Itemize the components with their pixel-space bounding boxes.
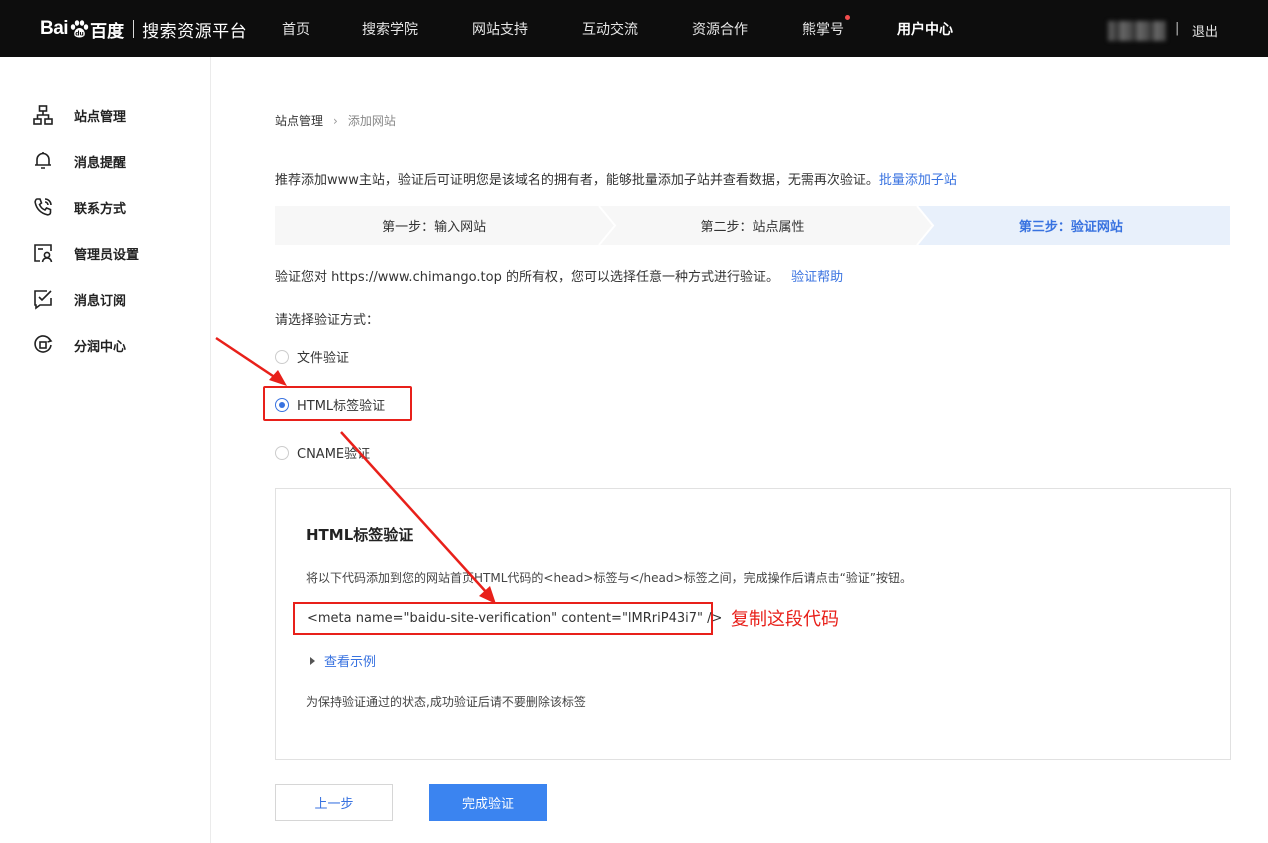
step-divider-chevron: [593, 206, 617, 245]
nav-resources[interactable]: 资源合作: [692, 19, 748, 39]
nav-user-center[interactable]: 用户中心: [897, 19, 953, 39]
step-progress: 第一步：输入网站 第二步：站点属性 第三步：验证网站: [275, 206, 1230, 245]
sidebar-item-admin-settings[interactable]: 管理员设置: [32, 241, 139, 265]
revenue-coin-icon: [34, 335, 53, 353]
verify-ownership-text: 验证您对 https://www.chimango.top 的所有权，您可以选择…: [275, 266, 843, 285]
radio-button[interactable]: [275, 349, 289, 364]
step-3-active: 第三步：验证网站: [911, 206, 1230, 245]
baidu-logo[interactable]: Bai du 百度 搜索资源平台: [40, 13, 247, 45]
sidebar-label: 管理员设置: [74, 247, 140, 263]
admin-card-icon: [34, 244, 53, 263]
html-tag-panel: HTML标签验证 将以下代码添加到您的网站首页HTML代码的<head>标签与<…: [275, 488, 1231, 760]
sidebar-item-site-management[interactable]: 站点管理: [32, 103, 126, 127]
radio-cname-verification[interactable]: CNAME验证: [275, 443, 370, 462]
nav-xiongzhang-label: 熊掌号: [802, 22, 844, 38]
sidebar-label: 联系方式: [74, 201, 127, 217]
breadcrumb-current: 添加网站: [347, 114, 396, 128]
platform-name: 搜索资源平台: [142, 21, 248, 42]
logo-divider: [133, 20, 135, 38]
user-avatar-blurred[interactable]: [1108, 21, 1166, 41]
sidebar-item-subscriptions[interactable]: 消息订阅: [32, 287, 126, 311]
view-example-toggle[interactable]: 查看示例: [310, 651, 376, 670]
breadcrumb: 站点管理 › 添加网站: [275, 112, 396, 129]
logo-bai-text: Bai: [40, 18, 69, 39]
sitemap-icon: [33, 105, 53, 125]
choose-method-label: 请选择验证方式：: [275, 313, 380, 328]
nav-community[interactable]: 互动交流: [582, 19, 638, 39]
subscribe-check-icon: [34, 290, 52, 310]
verify-message: 验证您对 https://www.chimango.top 的所有权，您可以选择…: [275, 270, 779, 285]
step-1-label: 第一步：输入网站: [382, 220, 487, 235]
step-2-label: 第二步：站点属性: [700, 220, 805, 235]
intro-text: 推荐添加www主站，验证后可证明您是该域名的拥有者，能够批量添加子站并查看数据，…: [275, 169, 957, 188]
nav-academy[interactable]: 搜索学院: [362, 19, 418, 39]
nav-home[interactable]: 首页: [282, 19, 310, 39]
keep-tag-note: 为保持验证通过的状态,成功验证后请不要删除该标签: [306, 695, 586, 709]
breadcrumb-parent[interactable]: 站点管理: [275, 112, 323, 129]
annotation-highlight-box: [263, 386, 412, 421]
paw-icon: du: [70, 20, 89, 38]
top-navbar: Bai du 百度 搜索资源平台 首页 搜索学院 网站支持 互动交流 资源合作 …: [0, 0, 1268, 57]
radio-label: CNAME验证: [297, 447, 371, 462]
nav-xiongzhang[interactable]: 熊掌号: [802, 15, 850, 39]
sidebar-label: 站点管理: [74, 109, 127, 125]
header-separator: |: [1175, 21, 1180, 36]
sidebar-label: 分润中心: [74, 339, 127, 355]
sidebar: 站点管理 消息提醒 联系方式 管理员设置 消息订阅 分润中心: [0, 57, 211, 843]
batch-add-subsite-link[interactable]: 批量添加子站: [879, 173, 957, 188]
sidebar-item-revenue[interactable]: 分润中心: [32, 333, 126, 357]
phone-icon: [34, 198, 52, 216]
step-1: 第一步：输入网站: [275, 206, 594, 245]
svg-text:du: du: [75, 31, 84, 38]
view-example-link[interactable]: 查看示例: [324, 651, 376, 670]
annotation-copy-note: 复制这段代码: [731, 609, 839, 630]
sidebar-item-notifications[interactable]: 消息提醒: [32, 149, 126, 173]
verification-code-box[interactable]: <meta name="baidu-site-verification" con…: [293, 602, 722, 635]
radio-button[interactable]: [275, 445, 289, 460]
step-2: 第二步：站点属性: [593, 206, 912, 245]
verification-meta-code[interactable]: <meta name="baidu-site-verification" con…: [307, 611, 722, 626]
complete-verification-button[interactable]: 完成验证: [429, 784, 547, 821]
bell-icon: [35, 152, 51, 169]
step-3-label: 第三步：验证网站: [1018, 220, 1123, 235]
previous-step-button[interactable]: 上一步: [275, 784, 393, 821]
verify-help-link[interactable]: 验证帮助: [791, 270, 843, 285]
logo-du-text: 百度: [90, 21, 125, 42]
notification-dot: [845, 15, 850, 20]
sidebar-item-contact[interactable]: 联系方式: [32, 195, 126, 219]
panel-description: 将以下代码添加到您的网站首页HTML代码的<head>标签与</head>标签之…: [306, 571, 913, 585]
radio-file-verification[interactable]: 文件验证: [275, 347, 349, 366]
sidebar-label: 消息订阅: [74, 293, 127, 309]
step-divider-chevron: [911, 206, 935, 245]
radio-label: 文件验证: [297, 351, 350, 366]
logout-link[interactable]: 退出: [1192, 21, 1218, 40]
caret-right-icon: [310, 656, 315, 665]
intro-message: 推荐添加www主站，验证后可证明您是该域名的拥有者，能够批量添加子站并查看数据，…: [275, 173, 879, 188]
chevron-right-icon: ›: [333, 113, 338, 128]
sidebar-label: 消息提醒: [74, 155, 127, 171]
panel-title: HTML标签验证: [306, 526, 414, 544]
nav-site-support[interactable]: 网站支持: [472, 19, 528, 39]
